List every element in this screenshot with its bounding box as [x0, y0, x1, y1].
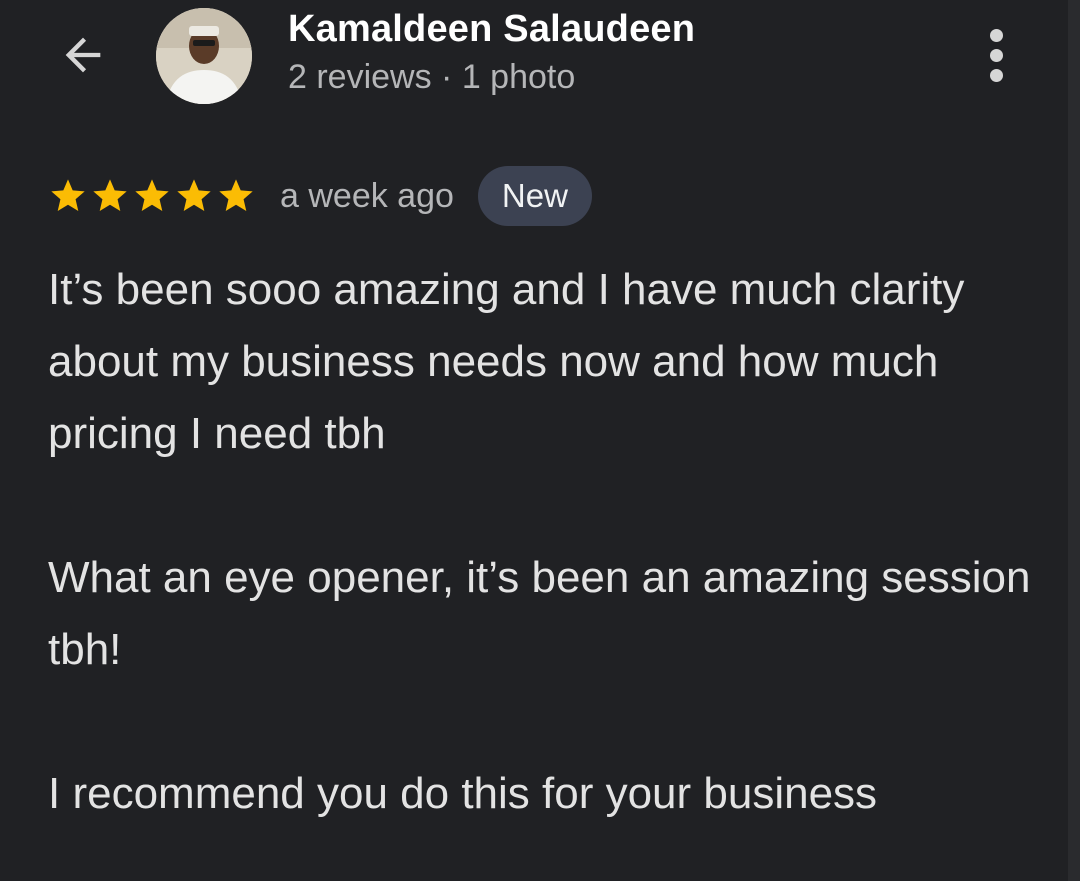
star-icon: [219, 179, 253, 211]
scroll-edge: [1068, 0, 1080, 881]
more-vert-icon: [989, 28, 1003, 42]
star-icon: [93, 179, 127, 211]
review-time: a week ago: [280, 176, 454, 215]
back-button[interactable]: [52, 24, 114, 86]
star-icon: [51, 179, 85, 211]
review-paragraph: What an eye opener, it’s been an amazing…: [48, 553, 1031, 674]
new-badge: New: [477, 166, 592, 226]
review-header: Kamaldeen Salaudeen 2 reviews · 1 photo: [0, 0, 1068, 110]
reviewer-name[interactable]: Kamaldeen Salaudeen: [288, 8, 695, 51]
arrow-back-icon: [65, 37, 101, 73]
reviewer-stats: 2 reviews · 1 photo: [288, 58, 576, 96]
rating-row: a week ago New: [48, 166, 592, 226]
star-icon: [177, 179, 211, 211]
review-text: It’s been sooo amazing and I have much c…: [48, 254, 1048, 830]
star-icon: [135, 179, 169, 211]
reviewer-avatar[interactable]: [156, 8, 252, 104]
more-options-button[interactable]: [970, 24, 1022, 86]
review-paragraph: I recommend you do this for your busines…: [48, 769, 878, 818]
review-paragraph: It’s been sooo amazing and I have much c…: [48, 265, 965, 458]
star-rating: [48, 176, 256, 216]
